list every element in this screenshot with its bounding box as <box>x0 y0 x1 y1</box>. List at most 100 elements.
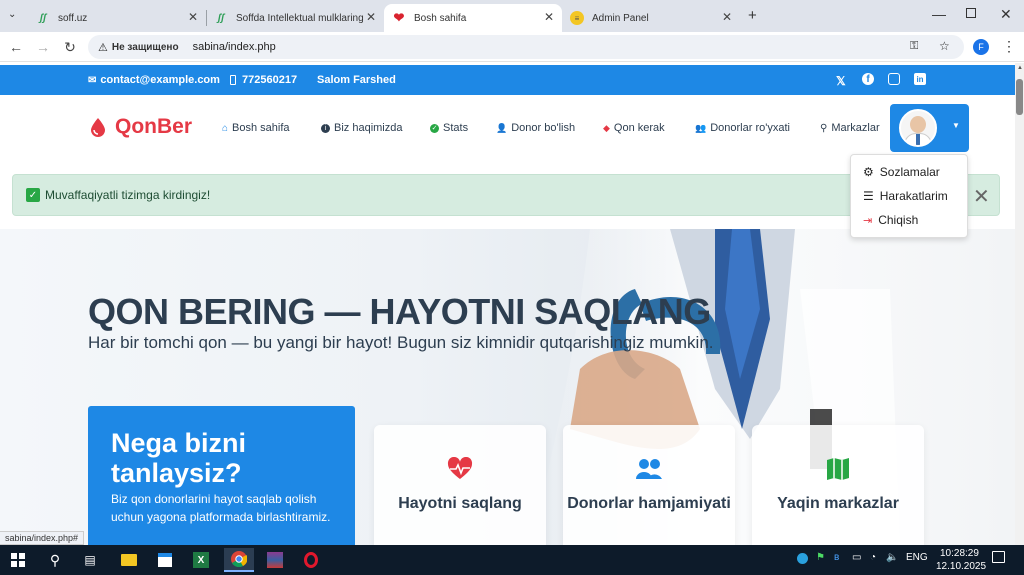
scroll-up-icon[interactable]: ▲ <box>1017 65 1023 71</box>
flag-icon[interactable]: ⚑ <box>816 552 825 563</box>
sign-out-icon: ⇥ <box>863 214 873 227</box>
tab-soff[interactable]: ʃʃ soff.uz ✕ <box>28 4 207 32</box>
caret-down-icon: ▼ <box>952 121 960 130</box>
tab-soffda[interactable]: ʃʃ Soffda Intellektual mulklaringiz ✕ <box>206 4 384 32</box>
facebook-icon[interactable]: f <box>862 73 874 85</box>
feature-card-yaqin-markazlar[interactable]: Yaqin markazlar <box>752 425 924 545</box>
search-icon[interactable]: ⚲ <box>40 548 70 572</box>
menu-item-chiqish[interactable]: ⇥ Chiqish <box>863 213 918 227</box>
logo[interactable]: QonBer <box>89 115 192 139</box>
top-info-bar: ✉ contact@example.com 772560217 Salom Fa… <box>0 65 1015 95</box>
excel-icon[interactable]: X <box>186 548 216 572</box>
phone-icon <box>230 75 236 85</box>
hero-subtitle: Har bir tomchi qon — bu yangi bir hayot!… <box>88 333 714 352</box>
web-page: ✉ contact@example.com 772560217 Salom Fa… <box>0 63 1015 545</box>
language-indicator[interactable]: ENG <box>906 552 928 563</box>
feature-card-hayotni-saqlang[interactable]: Hayotni saqlang <box>374 425 546 545</box>
tab-search-chevron-icon[interactable]: ⌄ <box>8 9 16 20</box>
reload-icon[interactable]: ↻ <box>60 37 80 57</box>
nav-stats[interactable]: ✓ Stats <box>430 122 468 134</box>
clock-date[interactable]: 12.10.2025 <box>936 561 986 572</box>
browser-tab-strip: ⌄ ʃʃ soff.uz ✕ ʃʃ Soffda Intellektual mu… <box>0 0 1024 32</box>
users-icon: 👥 <box>695 122 707 133</box>
windows-start-icon[interactable] <box>3 548 33 572</box>
user-dropdown-menu: ⚙ Sozlamalar ☰ Harakatlarim ⇥ Chiqish <box>850 154 968 238</box>
chrome-icon[interactable] <box>224 548 254 572</box>
close-icon[interactable]: ✕ <box>366 10 376 24</box>
feature-card-donorlar-hamjamiyati[interactable]: Donorlar hamjamiyati <box>563 425 735 545</box>
nav-label: Qon kerak <box>613 122 665 134</box>
user-menu-button[interactable]: ▼ <box>890 104 969 152</box>
opera-icon[interactable] <box>296 548 326 572</box>
notification-icon[interactable] <box>992 551 1005 563</box>
phone-contact[interactable]: 772560217 <box>230 74 297 86</box>
menu-item-sozlamalar[interactable]: ⚙ Sozlamalar <box>863 165 940 179</box>
menu-item-harakatlarim[interactable]: ☰ Harakatlarim <box>863 189 948 203</box>
security-label[interactable]: Не защищено <box>112 42 179 53</box>
soff-icon: ʃʃ <box>39 12 47 24</box>
hero-title: QON BERING — HAYOTNI SAQLANG <box>88 291 711 332</box>
home-icon: ⌂ <box>222 122 229 134</box>
new-tab-icon[interactable]: + <box>748 7 757 24</box>
winrar-icon[interactable] <box>260 548 290 572</box>
main-navbar: QonBer ⌂ Bosh sahifa i Biz haqimizda ✓ S… <box>0 95 1015 161</box>
doctor-image <box>530 229 1015 545</box>
check-box-icon: ✓ <box>26 188 40 202</box>
user-plus-icon: 👤 <box>496 122 508 133</box>
menu-label: Harakatlarim <box>879 189 948 203</box>
tab-title: Bosh sahifa <box>414 12 467 24</box>
tab-admin-panel[interactable]: ≡ Admin Panel ✕ <box>562 4 740 32</box>
nav-label: Stats <box>443 122 469 134</box>
volume-icon[interactable]: 🔈 <box>886 552 898 563</box>
task-view-icon[interactable]: ▤ <box>75 548 105 572</box>
tab-title: soff.uz <box>58 12 88 24</box>
close-icon[interactable]: ✕ <box>544 10 554 24</box>
status-link-preview: sabina/index.php# <box>0 531 85 545</box>
warning-icon[interactable]: ⚠ <box>98 41 108 54</box>
file-explorer-icon[interactable] <box>114 548 144 572</box>
email-contact[interactable]: ✉ contact@example.com <box>88 74 220 86</box>
card-title: Yaqin markazlar <box>777 495 899 512</box>
greeting-text: Salom Farshed <box>317 74 396 86</box>
linkedin-icon[interactable]: in <box>914 73 926 85</box>
store-icon[interactable] <box>150 548 180 572</box>
nav-biz-haqimizda[interactable]: i Biz haqimizda <box>321 122 402 134</box>
minimize-icon[interactable]: — <box>932 6 946 22</box>
heart-icon: ❤ <box>393 10 405 25</box>
x-twitter-icon[interactable]: 𝕏 <box>836 74 846 88</box>
clock-time[interactable]: 10:28:29 <box>940 548 979 559</box>
why-us-text: Biz qon donorlarini hayot saqlab qolish … <box>111 492 331 524</box>
url-text[interactable]: sabina/index.php <box>193 41 276 53</box>
map-marker-icon: ⚲ <box>820 122 828 134</box>
nav-markazlar[interactable]: ⚲ Markazlar <box>820 122 880 134</box>
back-arrow-icon[interactable]: ← <box>6 37 26 57</box>
page-scrollbar[interactable]: ▲ <box>1015 63 1024 545</box>
close-icon[interactable]: ✕ <box>188 10 198 24</box>
menu-kebab-icon[interactable]: ⋮ <box>1002 38 1016 55</box>
bluetooth-icon[interactable]: ʙ <box>834 552 839 563</box>
instagram-icon[interactable] <box>888 73 900 85</box>
address-bar[interactable]: ⚠ Не защищено sabina/index.php ⚿ ☆ <box>88 35 964 59</box>
bookmark-star-icon[interactable]: ☆ <box>939 39 950 53</box>
wifi-icon[interactable]: ◔ <box>870 552 876 563</box>
telegram-icon[interactable] <box>797 553 808 564</box>
scrollbar-thumb[interactable] <box>1016 79 1023 115</box>
phone-text: 772560217 <box>242 74 298 86</box>
alert-message: Muvaffaqiyatli tizimga kirdingiz! <box>45 188 211 202</box>
restore-icon[interactable] <box>966 8 976 18</box>
tab-title: Admin Panel <box>592 12 649 24</box>
alert-close-icon[interactable]: ✕ <box>973 184 990 209</box>
avatar-tie <box>916 134 920 145</box>
battery-icon[interactable]: ▭ <box>852 552 861 563</box>
forward-arrow-icon[interactable]: → <box>33 37 53 57</box>
close-icon[interactable]: ✕ <box>722 10 732 24</box>
nav-donor-bolish[interactable]: 👤 Donor bo'lish <box>496 122 575 134</box>
tab-title: Soffda Intellektual mulklaringiz <box>236 12 364 24</box>
password-key-icon[interactable]: ⚿ <box>910 40 918 53</box>
tab-bosh-sahifa[interactable]: ❤ Bosh sahifa ✕ <box>384 4 562 32</box>
nav-qon-kerak[interactable]: ◆ Qon kerak <box>603 122 665 134</box>
window-close-icon[interactable]: ✕ <box>1000 6 1012 23</box>
nav-donorlar-royxati[interactable]: 👥 Donorlar ro'yxati <box>695 122 790 134</box>
profile-avatar[interactable]: F <box>973 39 989 55</box>
nav-bosh-sahifa[interactable]: ⌂ Bosh sahifa <box>222 122 290 134</box>
